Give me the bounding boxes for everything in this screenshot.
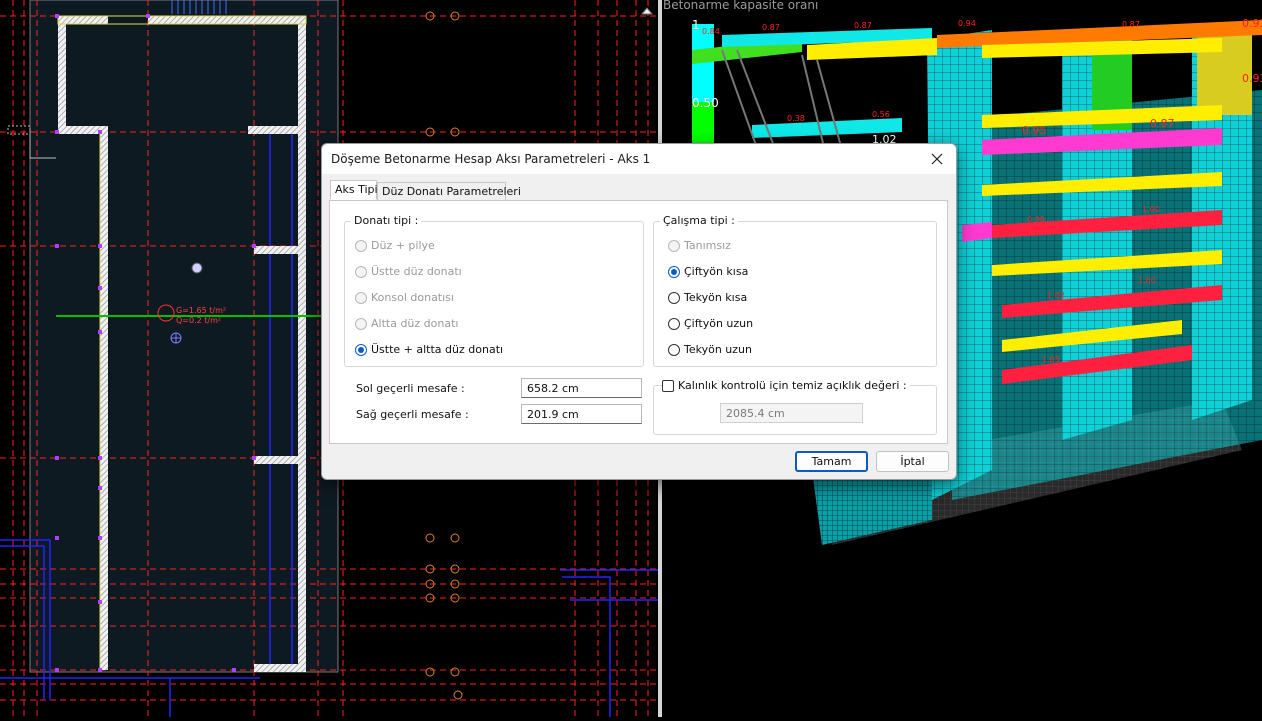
ratio-label: 1.00 [1138, 276, 1156, 285]
ratio-label: 0.93 [1242, 17, 1262, 30]
radio-label: Çiftyön kısa [684, 265, 749, 278]
radio-button-icon [668, 291, 680, 304]
calisma-tipi-group: Çalışma tipi : Tanımsız Çiftyön kısa Tek… [653, 214, 937, 367]
ratio-label: 0.87 [854, 21, 872, 30]
calisma-tipi-label: Çalışma tipi : [660, 214, 738, 227]
ratio-label: 0.87 [1150, 117, 1175, 130]
ratio-label: 1.00 [1142, 205, 1160, 214]
tab-duz-donati-parametreleri[interactable]: Düz Donatı Parametreleri [377, 182, 521, 201]
ratio-label: 0.99 [1027, 215, 1045, 224]
radio-label: Altta düz donatı [371, 317, 459, 330]
temiz-aciklik-input[interactable]: 2085.4 cm [720, 403, 863, 423]
dialog-title: Döşeme Betonarme Hesap Aksı Parametreler… [331, 152, 651, 166]
close-icon[interactable] [926, 148, 948, 170]
radio-button-icon [355, 291, 367, 304]
legend-max-value: 1 [692, 18, 700, 32]
legend-title: Betonarme kapasite oranı [663, 0, 819, 12]
radio-button-icon [355, 239, 367, 252]
slab-axis-parameters-dialog: Döşeme Betonarme Hesap Aksı Parametreler… [321, 143, 957, 480]
kalinlik-kontrol-group: Kalınlık kontrolü için temiz açıklık değ… [653, 379, 937, 435]
ratio-label: 0.56 [872, 110, 890, 119]
kalinlik-kontrol-label: Kalınlık kontrolü için temiz açıklık değ… [678, 379, 907, 392]
tab-aks-tipi[interactable]: Aks Tipi [330, 180, 378, 200]
radio-button-icon [355, 343, 367, 356]
ratio-label: 0.84 [702, 27, 720, 36]
radio-button-icon [668, 265, 680, 278]
cancel-button[interactable]: İptal [876, 451, 949, 472]
ratio-label: 0.87 [1122, 20, 1140, 29]
load-label-g: G=1.65 t/m² [176, 306, 227, 315]
radio-ustte-duz-donati[interactable]: Üstte düz donatı [355, 265, 462, 278]
radio-ustte-altta-duz-donati[interactable]: Üstte + altta düz donatı [355, 343, 503, 356]
scroll-up-arrow-icon[interactable] [640, 0, 654, 15]
radio-tekyon-uzun[interactable]: Tekyön uzun [668, 343, 752, 356]
radio-altta-duz-donati[interactable]: Altta düz donatı [355, 317, 458, 330]
ratio-label: 0.38 [787, 114, 805, 123]
ratio-label: 1.02 [1047, 291, 1065, 300]
radio-tekyon-kisa[interactable]: Tekyön kısa [668, 291, 747, 304]
radio-label: Tekyön uzun [684, 343, 752, 356]
ratio-label: 0.87 [762, 23, 780, 32]
radio-label: Düz + pilye [371, 239, 435, 252]
sol-mesafe-input[interactable]: 658.2 cm [521, 378, 642, 398]
sag-mesafe-label: Sağ geçerli mesafe : [356, 408, 469, 421]
radio-button-icon [668, 317, 680, 330]
radio-label: Konsol donatısı [371, 291, 454, 304]
radio-button-icon [668, 239, 680, 252]
radio-label: Üstte düz donatı [371, 265, 462, 278]
radio-tanimsiz[interactable]: Tanımsız [668, 239, 731, 252]
tab-panel-aks-tipi: Donatı tipi : Düz + pilye Üstte düz dona… [329, 200, 948, 444]
sag-mesafe-input[interactable]: 201.9 cm [521, 404, 642, 424]
radio-button-icon [668, 343, 680, 356]
radio-label: Tanımsız [684, 239, 731, 252]
ratio-label: 0.95 [1022, 124, 1047, 137]
donati-tipi-group: Donatı tipi : Düz + pilye Üstte düz dona… [344, 214, 644, 367]
load-label-q: Q=0.2 t/m² [176, 316, 222, 325]
legend-mid-value: 0.50 [692, 96, 719, 110]
dialog-titlebar[interactable]: Döşeme Betonarme Hesap Aksı Parametreler… [322, 144, 956, 174]
radio-label: Tekyön kısa [684, 291, 748, 304]
donati-tipi-label: Donatı tipi : [351, 214, 422, 227]
ratio-label: 0.94 [958, 19, 976, 28]
radio-label: Üstte + altta düz donatı [371, 343, 504, 356]
sol-mesafe-label: Sol geçerli mesafe : [356, 382, 465, 395]
radio-ciftyon-kisa[interactable]: Çiftyön kısa [668, 265, 748, 278]
ratio-label: 0.93 [1242, 72, 1262, 85]
radio-button-icon [355, 317, 367, 330]
ratio-label: 1.05 [1042, 355, 1060, 364]
ok-button[interactable]: Tamam [795, 451, 868, 472]
radio-duz-pilye[interactable]: Düz + pilye [355, 239, 435, 252]
checkbox-icon [662, 379, 674, 392]
radio-label: Çiftyön uzun [684, 317, 754, 330]
kalinlik-kontrol-checkbox[interactable]: Kalınlık kontrolü için temiz açıklık değ… [662, 379, 910, 392]
radio-button-icon [355, 265, 367, 278]
radio-konsol-donatisi[interactable]: Konsol donatısı [355, 291, 454, 304]
radio-ciftyon-uzun[interactable]: Çiftyön uzun [668, 317, 753, 330]
